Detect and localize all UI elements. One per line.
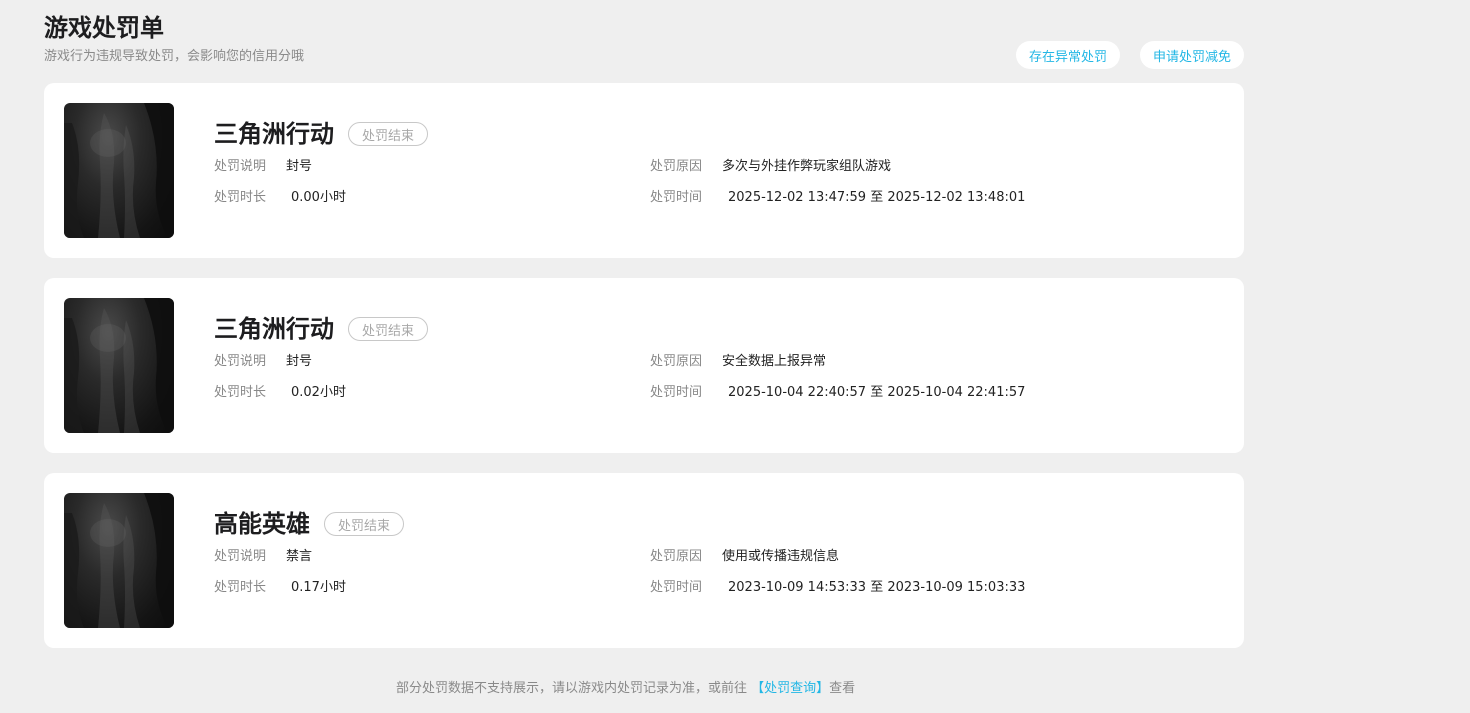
penalty-card: 高能英雄 处罚结束 处罚说明 禁言 处罚原因 使用或传播违规信息 处罚时长 0.…: [44, 473, 1244, 648]
reason-label: 处罚原因: [650, 354, 703, 369]
header-actions: 存在异常处罚 申请处罚减免: [1015, 41, 1244, 69]
penalty-duration: 处罚时长 0.17小时: [214, 579, 346, 597]
penalty-description: 处罚说明 封号: [214, 353, 312, 371]
game-cover-art: [64, 103, 174, 238]
card-body: 三角洲行动 处罚结束 处罚说明 封号 处罚原因 安全数据上报异常 处罚时长 0.…: [214, 314, 1224, 415]
time-value: 2025-12-02 13:47:59 至 2025-12-02 13:48:0…: [728, 190, 1026, 205]
penalty-info: 处罚说明 封号 处罚原因 多次与外挂作弊玩家组队游戏 处罚时长 0.00小时 处…: [214, 158, 1224, 220]
apply-reduction-button[interactable]: 申请处罚减免: [1139, 41, 1244, 69]
reason-label: 处罚原因: [650, 159, 703, 174]
penalty-reason: 处罚原因 使用或传播违规信息: [650, 548, 839, 566]
penalty-card: 三角洲行动 处罚结束 处罚说明 封号 处罚原因 安全数据上报异常 处罚时长 0.…: [44, 278, 1244, 453]
time-label: 处罚时间: [650, 580, 703, 595]
game-title: 高能英雄: [214, 510, 310, 538]
abnormal-penalty-button[interactable]: 存在异常处罚: [1015, 41, 1120, 69]
penalty-page: 游戏处罚单 游戏行为违规导致处罚，会影响您的信用分哦 存在异常处罚 申请处罚减免…: [44, 0, 1244, 713]
description-value: 封号: [286, 159, 313, 174]
card-body: 高能英雄 处罚结束 处罚说明 禁言 处罚原因 使用或传播违规信息 处罚时长 0.…: [214, 509, 1224, 610]
reason-label: 处罚原因: [650, 549, 703, 564]
game-cover-art: [64, 493, 174, 628]
penalty-card: 三角洲行动 处罚结束 处罚说明 封号 处罚原因 多次与外挂作弊玩家组队游戏 处罚…: [44, 83, 1244, 258]
penalty-time: 处罚时间 2025-10-04 22:40:57 至 2025-10-04 22…: [650, 384, 1025, 402]
time-value: 2025-10-04 22:40:57 至 2025-10-04 22:41:5…: [728, 385, 1026, 400]
game-cover-image: [64, 298, 174, 433]
status-badge: 处罚结束: [348, 317, 429, 341]
duration-value: 0.02小时: [291, 385, 346, 400]
game-cover-art: [64, 298, 174, 433]
penalty-info: 处罚说明 禁言 处罚原因 使用或传播违规信息 处罚时长 0.17小时 处罚时间 …: [214, 548, 1224, 610]
status-badge: 处罚结束: [324, 512, 405, 536]
reason-value: 使用或传播违规信息: [722, 549, 840, 564]
penalty-duration: 处罚时长 0.02小时: [214, 384, 346, 402]
description-label: 处罚说明: [214, 159, 267, 174]
duration-label: 处罚时长: [214, 385, 267, 400]
description-label: 处罚说明: [214, 549, 267, 564]
duration-value: 0.17小时: [291, 580, 346, 595]
penalty-time: 处罚时间 2025-12-02 13:47:59 至 2025-12-02 13…: [650, 189, 1025, 207]
page-title: 游戏处罚单: [44, 14, 164, 42]
card-title-row: 高能英雄 处罚结束: [214, 509, 1224, 539]
penalty-list: 三角洲行动 处罚结束 处罚说明 封号 处罚原因 多次与外挂作弊玩家组队游戏 处罚…: [44, 83, 1244, 668]
penalty-query-link[interactable]: 【处罚查询】: [751, 681, 829, 696]
time-label: 处罚时间: [650, 385, 703, 400]
penalty-reason: 处罚原因 安全数据上报异常: [650, 353, 826, 371]
penalty-description: 处罚说明 封号: [214, 158, 312, 176]
description-label: 处罚说明: [214, 354, 267, 369]
time-value: 2023-10-09 14:53:33 至 2023-10-09 15:03:3…: [728, 580, 1026, 595]
card-title-row: 三角洲行动 处罚结束: [214, 314, 1224, 344]
footer-text: 部分处罚数据不支持展示，请以游戏内处罚记录为准，或前往: [396, 681, 752, 696]
status-badge: 处罚结束: [348, 122, 429, 146]
penalty-time: 处罚时间 2023-10-09 14:53:33 至 2023-10-09 15…: [650, 579, 1025, 597]
game-cover-image: [64, 103, 174, 238]
time-label: 处罚时间: [650, 190, 703, 205]
reason-value: 多次与外挂作弊玩家组队游戏: [722, 159, 892, 174]
duration-value: 0.00小时: [291, 190, 346, 205]
description-value: 禁言: [286, 549, 313, 564]
reason-value: 安全数据上报异常: [722, 354, 827, 369]
page-subtitle: 游戏行为违规导致处罚，会影响您的信用分哦: [44, 49, 305, 64]
penalty-duration: 处罚时长 0.00小时: [214, 189, 346, 207]
footer-note: 部分处罚数据不支持展示，请以游戏内处罚记录为准，或前往 【处罚查询】查看: [396, 679, 855, 699]
game-cover-image: [64, 493, 174, 628]
duration-label: 处罚时长: [214, 190, 267, 205]
card-body: 三角洲行动 处罚结束 处罚说明 封号 处罚原因 多次与外挂作弊玩家组队游戏 处罚…: [214, 119, 1224, 220]
description-value: 封号: [286, 354, 313, 369]
penalty-reason: 处罚原因 多次与外挂作弊玩家组队游戏: [650, 158, 891, 176]
footer-text-end: 查看: [829, 681, 856, 696]
penalty-description: 处罚说明 禁言: [214, 548, 312, 566]
penalty-info: 处罚说明 封号 处罚原因 安全数据上报异常 处罚时长 0.02小时 处罚时间 2…: [214, 353, 1224, 415]
card-title-row: 三角洲行动 处罚结束: [214, 119, 1224, 149]
duration-label: 处罚时长: [214, 580, 267, 595]
game-title: 三角洲行动: [214, 315, 334, 343]
game-title: 三角洲行动: [214, 120, 334, 148]
